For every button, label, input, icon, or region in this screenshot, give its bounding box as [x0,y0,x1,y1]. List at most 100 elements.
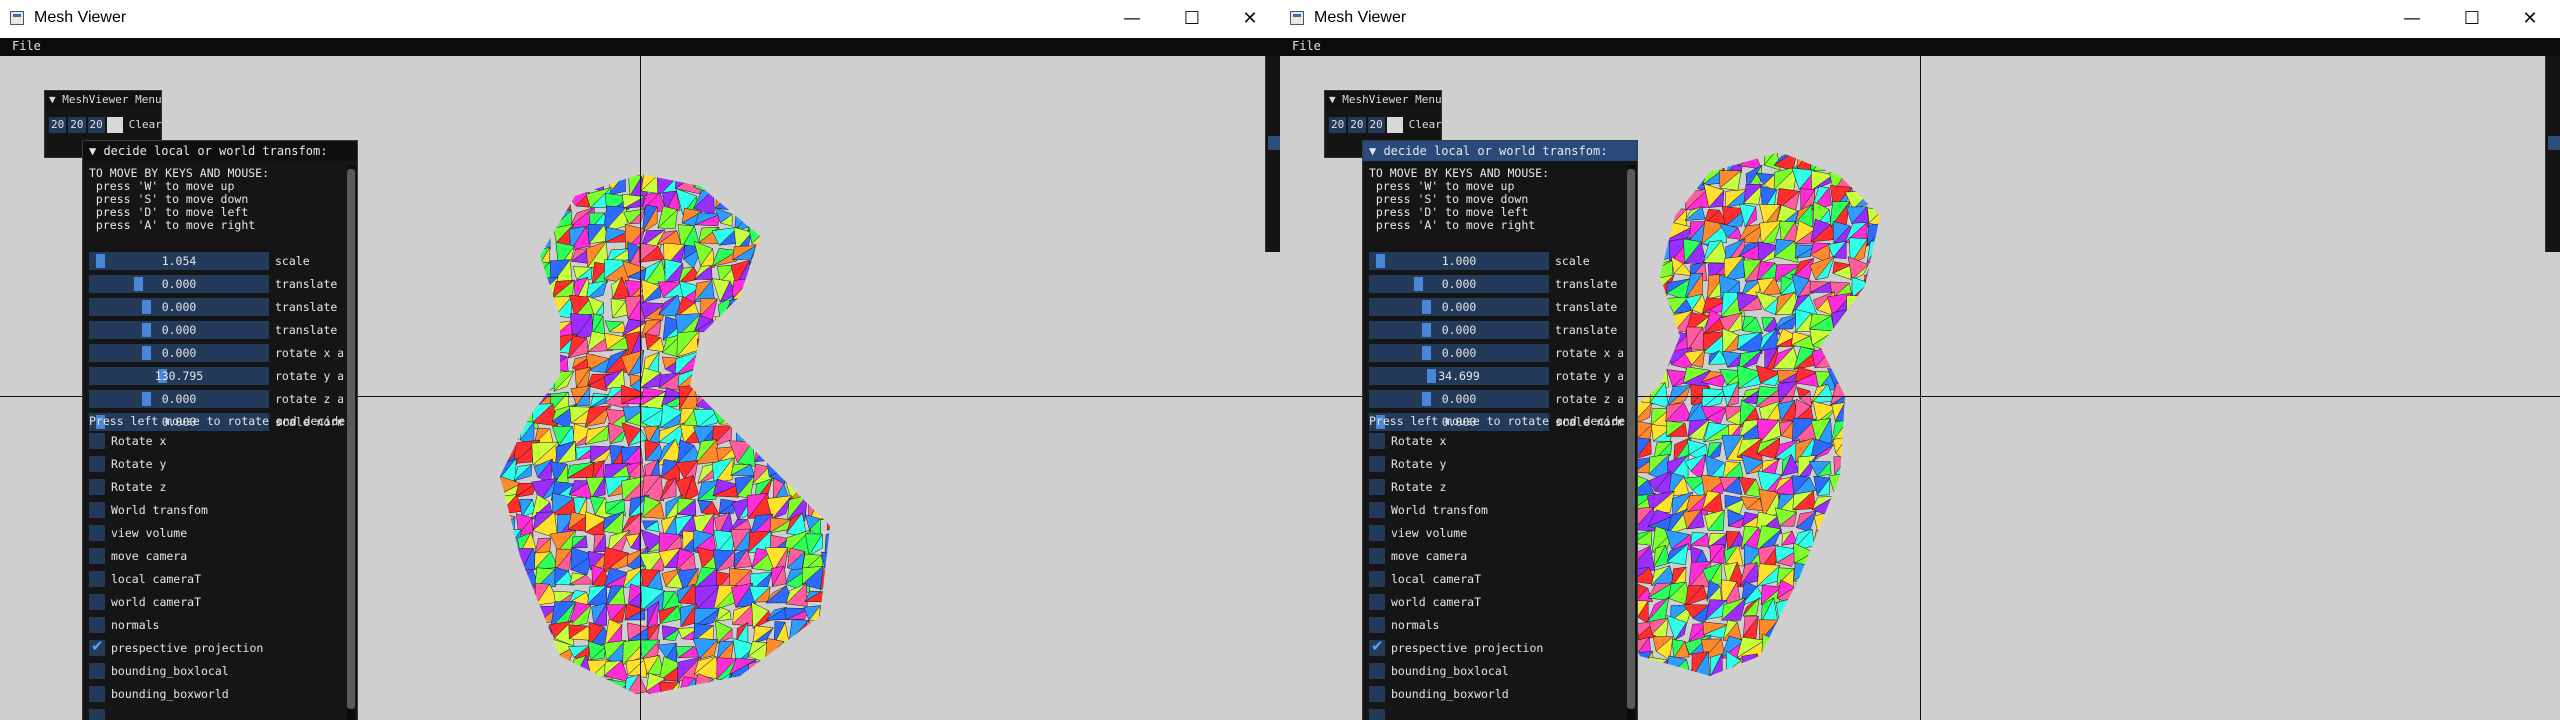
slider-frame[interactable]: 0.000 [89,321,269,339]
maximize-icon[interactable]: ☐ [1164,0,1220,38]
mesh-triangle [1867,273,1880,300]
mesh-triangle [806,262,821,279]
checkbox-row[interactable]: ✔ prespective projection [1369,637,1619,658]
slider-frame[interactable]: 0.000 [1369,344,1549,362]
checkbox[interactable] [89,548,105,564]
slider-frame[interactable]: 130.795 [89,367,269,385]
checkbox[interactable] [89,433,105,449]
title-bar[interactable]: Mesh Viewer — ☐ ✕ [0,0,1280,38]
checkbox-row[interactable]: view volume [89,523,339,543]
checkbox[interactable] [89,663,105,679]
color-b-value[interactable]: 20 [1367,117,1385,133]
render-viewport[interactable]: ▼ MeshViewer Menu 20 20 20 Clear ▼ decid… [0,56,1280,720]
slider-value: 1.000 [1441,254,1477,268]
checkbox[interactable] [1369,709,1385,720]
checkbox[interactable] [89,502,105,518]
checkbox-row[interactable]: normals [1369,615,1619,635]
checkbox[interactable] [1369,617,1385,633]
checkbox[interactable]: ✔ [89,637,105,656]
panel-scrollbar-thumb[interactable] [347,169,355,709]
slider-frame[interactable]: 1.000 [1369,252,1549,270]
mesh-triangle [520,357,539,369]
checkbox-row[interactable]: Rotate y [1369,454,1619,474]
render-viewport[interactable]: ▼ MeshViewer Menu 20 20 20 Clear ▼ decid… [1280,56,2560,720]
panel-scrollbar-thumb[interactable] [1627,169,1635,709]
menu-file[interactable]: File [1292,39,1321,53]
slider-frame[interactable]: 0.000 [1369,321,1549,339]
meshviewer-menu-title[interactable]: ▼ MeshViewer Menu [1325,91,1441,109]
checkbox-row[interactable]: move camera [89,546,339,566]
color-r-value[interactable]: 20 [1329,117,1347,133]
checkbox[interactable] [1369,663,1385,679]
slider-frame[interactable]: 0.000 [1369,298,1549,316]
checkbox-row[interactable]: World transfom [1369,500,1619,520]
slider-frame[interactable]: 0.000 [89,390,269,408]
checkbox-row[interactable]: bounding_boxworld [89,684,339,704]
checkbox-row[interactable]: Rotate z [1369,477,1619,497]
checkbox-row[interactable]: Rotate x [1369,431,1619,451]
checkbox[interactable] [89,571,105,587]
slider-frame[interactable]: 0.000 [89,298,269,316]
checkbox[interactable] [89,686,105,702]
color-g-value[interactable]: 20 [1348,117,1366,133]
checkbox[interactable] [89,456,105,472]
meshviewer-menu-title[interactable]: ▼ MeshViewer Menu [45,91,161,109]
checkbox-row[interactable]: world cameraT [89,592,339,612]
checkbox[interactable] [1369,433,1385,449]
checkbox[interactable] [1369,525,1385,541]
checkbox-row[interactable] [1369,707,1619,720]
checkbox[interactable]: ✔ [1369,637,1385,656]
color-swatch[interactable] [1386,117,1403,133]
minimize-icon[interactable]: — [1104,0,1160,38]
checkbox[interactable] [89,479,105,495]
maximize-icon[interactable]: ☐ [2444,0,2500,38]
minimize-icon[interactable]: — [2384,0,2440,38]
checkbox-row[interactable]: Rotate z [89,477,339,497]
checkbox-row[interactable]: World transfom [89,500,339,520]
checkbox-label: prespective projection [111,641,264,655]
transform-panel-title[interactable]: ▼ decide local or world transfom: [1363,141,1637,161]
checkbox-row[interactable]: bounding_boxlocal [1369,661,1619,681]
slider-frame[interactable]: 34.699 [1369,367,1549,385]
checkbox[interactable] [1369,456,1385,472]
checkbox-row[interactable]: world cameraT [1369,592,1619,612]
checkbox[interactable] [89,594,105,610]
mesh-triangle [517,174,538,190]
checkbox-row[interactable]: local cameraT [89,569,339,589]
color-b-value[interactable]: 20 [87,117,105,133]
checkbox-row[interactable]: local cameraT [1369,569,1619,589]
transform-panel-title[interactable]: ▼ decide local or world transfom: [83,141,357,161]
checkbox[interactable] [89,709,105,720]
checkbox[interactable] [1369,571,1385,587]
checkbox-row[interactable]: Rotate x [89,431,339,451]
slider-frame[interactable]: 0.000 [1369,275,1549,293]
menu-file[interactable]: File [12,39,41,53]
checkbox-row[interactable]: Rotate y [89,454,339,474]
checkbox-row[interactable]: move camera [1369,546,1619,566]
color-g-value[interactable]: 20 [68,117,86,133]
checkbox[interactable] [1369,479,1385,495]
mesh-triangle [1844,542,1867,564]
checkbox-row[interactable]: normals [89,615,339,635]
checkbox[interactable] [1369,548,1385,564]
color-swatch[interactable] [106,117,123,133]
title-bar[interactable]: Mesh Viewer — ☐ ✕ [1280,0,2560,38]
checkbox[interactable] [89,525,105,541]
checkbox[interactable] [1369,594,1385,610]
checkbox[interactable] [1369,502,1385,518]
checkbox-row[interactable]: view volume [1369,523,1619,543]
close-icon[interactable]: ✕ [2502,0,2558,38]
slider-frame[interactable]: 0.000 [89,344,269,362]
checkbox-row[interactable]: bounding_boxlocal [89,661,339,681]
checkbox[interactable] [1369,686,1385,702]
checkbox-row[interactable] [89,707,339,720]
slider-frame[interactable]: 0.000 [1369,390,1549,408]
checkbox[interactable] [89,617,105,633]
mesh-triangle [521,603,539,624]
slider-frame[interactable]: 0.000 [89,275,269,293]
close-icon[interactable]: ✕ [1222,0,1278,38]
checkbox-row[interactable]: ✔ prespective projection [89,637,339,658]
checkbox-row[interactable]: bounding_boxworld [1369,684,1619,704]
color-r-value[interactable]: 20 [49,117,67,133]
slider-frame[interactable]: 1.054 [89,252,269,270]
